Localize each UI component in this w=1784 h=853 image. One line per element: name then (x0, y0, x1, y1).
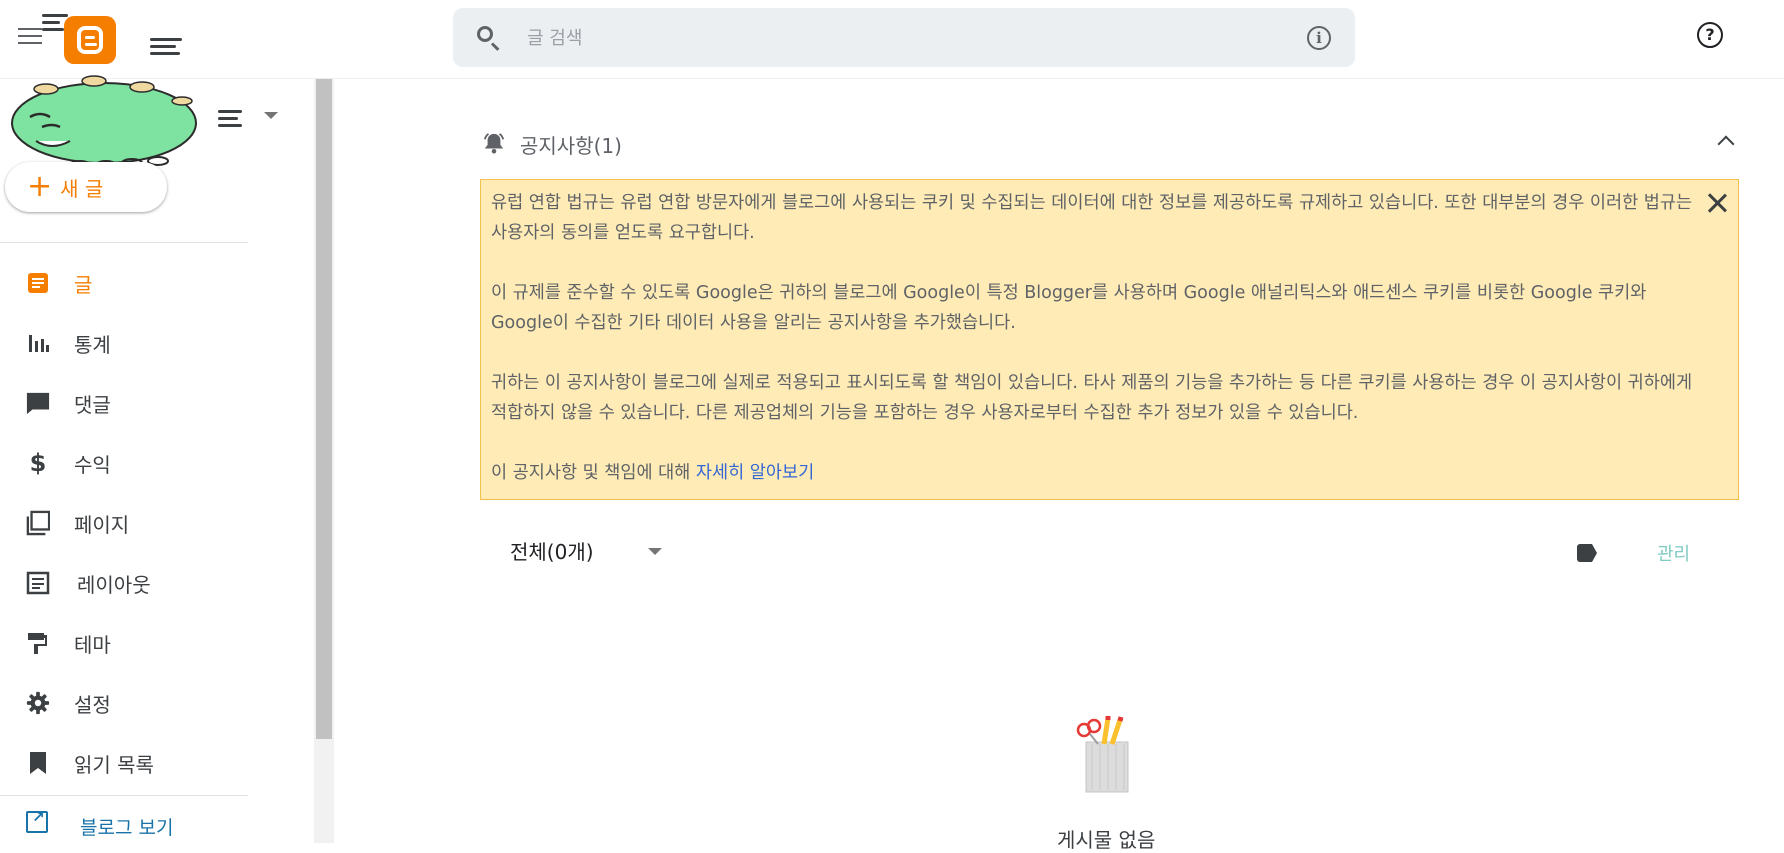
sidebar-nav: 글 통계 댓글 $ 수익 페이지 레이아웃 테마 설정 읽기 목록 (0, 253, 248, 793)
view-blog-link[interactable]: 블로그 보기 (0, 795, 248, 843)
sidebar-scrollbar[interactable] (314, 79, 334, 843)
sidebar-divider (0, 242, 248, 243)
sidebar-item-comments[interactable]: 댓글 (0, 373, 248, 433)
label-icon[interactable] (1577, 544, 1597, 562)
blogger-logo[interactable] (64, 16, 116, 64)
theme-icon (26, 631, 50, 655)
sidebar-item-pages[interactable]: 페이지 (0, 493, 248, 553)
earnings-icon: $ (29, 449, 47, 477)
close-icon[interactable] (1706, 192, 1728, 214)
top-bar: i ? (0, 0, 1784, 79)
sidebar-item-label: 읽기 목록 (74, 753, 154, 777)
sidebar-item-label: 테마 (74, 633, 111, 657)
bookmark-icon (26, 751, 50, 775)
notice-title: 공지사항(1) (520, 134, 622, 158)
blog-avatar[interactable] (6, 60, 202, 178)
gear-icon (26, 691, 50, 715)
sidebar-item-layout[interactable]: 레이아웃 (0, 553, 248, 613)
notice-responsibility-text: 이 공지사항 및 책임에 대해 (491, 463, 696, 483)
pages-icon (26, 510, 50, 536)
menu-icon[interactable] (18, 28, 42, 46)
sidebar-item-theme[interactable]: 테마 (0, 613, 248, 673)
sidebar-item-reading-list[interactable]: 읽기 목록 (0, 733, 248, 793)
new-post-label: 새 글 (60, 176, 104, 201)
sidebar-item-posts[interactable]: 글 (0, 253, 248, 313)
sidebar-item-label: 페이지 (74, 513, 130, 537)
chevron-up-icon[interactable] (1717, 135, 1735, 153)
layout-icon (26, 571, 50, 595)
sidebar-item-earnings[interactable]: $ 수익 (0, 433, 248, 493)
decorative-lines (150, 38, 182, 59)
info-icon[interactable]: i (1307, 26, 1331, 50)
notice-paragraph: 유럽 연합 법규는 유럽 연합 방문자에게 블로그에 사용되는 쿠키 및 수집되… (491, 193, 1693, 243)
search-bar: i (453, 8, 1355, 67)
empty-state-text: 게시물 없음 (1057, 828, 1156, 852)
sidebar-item-label: 설정 (74, 693, 111, 717)
dropdown-arrow-icon[interactable] (648, 548, 662, 555)
stats-icon (26, 331, 50, 355)
comments-icon (26, 391, 50, 415)
view-blog-label: 블로그 보기 (80, 817, 174, 839)
open-external-icon (26, 808, 48, 833)
sidebar-item-label: 레이아웃 (77, 573, 151, 597)
manage-button[interactable]: 관리 (1657, 540, 1690, 566)
notice-paragraph: 귀하는 이 공지사항이 블로그에 실제로 적용되고 표시되도록 할 책임이 있습… (491, 373, 1693, 423)
notification-bell-icon (483, 133, 505, 154)
notice-header[interactable]: 공지사항(1) (480, 128, 1740, 158)
post-filter-label: 전체(0개) (510, 540, 594, 564)
help-icon[interactable]: ? (1697, 22, 1723, 48)
scrollbar-thumb[interactable] (316, 79, 332, 739)
sidebar-item-label: 글 (74, 273, 93, 297)
plus-icon: + (27, 169, 53, 204)
search-icon[interactable] (477, 26, 493, 42)
sidebar-item-label: 댓글 (74, 393, 111, 417)
eu-cookie-notice: 유럽 연합 법규는 유럽 연합 방문자에게 블로그에 사용되는 쿠키 및 수집되… (480, 179, 1739, 500)
notice-paragraph: 이 규제를 준수할 수 있도록 Google은 귀하의 블로그에 Google이… (491, 283, 1647, 333)
sidebar-item-settings[interactable]: 설정 (0, 673, 248, 733)
learn-more-link[interactable]: 자세히 알아보기 (696, 463, 814, 483)
posts-icon (26, 271, 50, 295)
search-input[interactable] (525, 20, 1229, 56)
sidebar-item-label: 수익 (74, 453, 111, 477)
pencil-cup-illustration (1076, 716, 1129, 793)
notice-paragraph: 이 공지사항 및 책임에 대해 자세히 알아보기 (491, 458, 1701, 488)
decorative-lines (218, 110, 242, 131)
blog-selector-dropdown-icon[interactable] (264, 112, 278, 119)
new-post-button[interactable]: + 새 글 (5, 162, 167, 212)
sidebar-item-label: 통계 (74, 333, 111, 357)
sidebar-item-stats[interactable]: 통계 (0, 313, 248, 373)
post-filter-dropdown[interactable]: 전체(0개) (510, 536, 594, 565)
